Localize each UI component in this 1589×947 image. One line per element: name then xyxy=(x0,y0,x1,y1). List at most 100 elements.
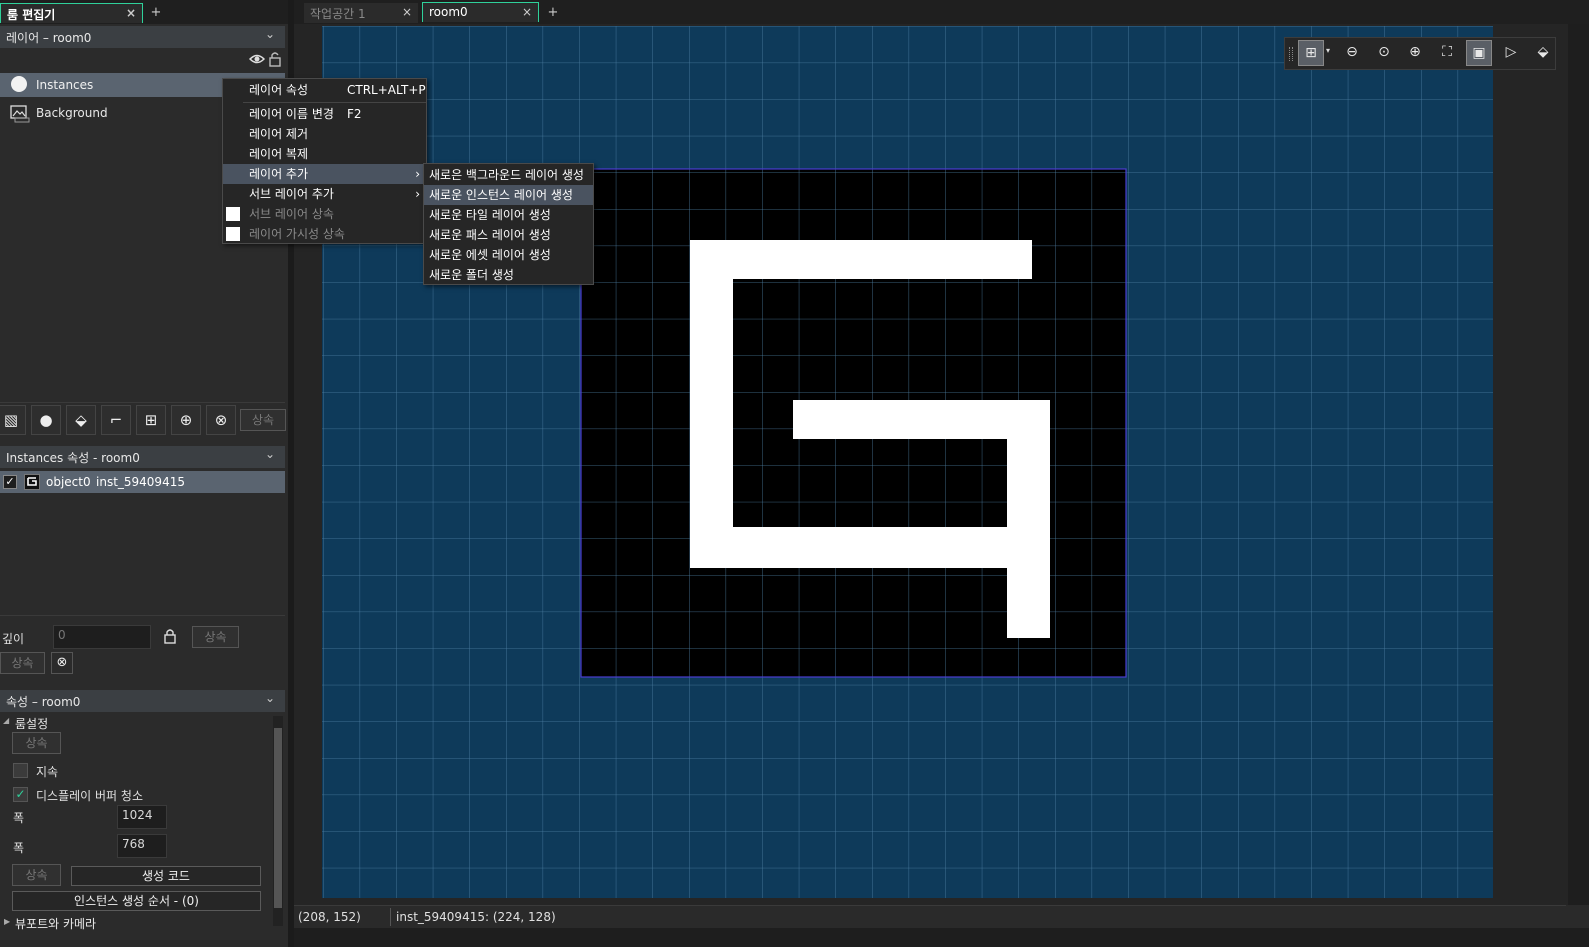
persistent-label: 지속 xyxy=(36,765,59,779)
layers-panel-title: 레이어 – room0 xyxy=(6,31,92,45)
add-path-layer-icon[interactable]: ⌐ xyxy=(101,405,131,435)
menu-item-label: 레이어 이름 변경 xyxy=(249,107,334,121)
tab-room0[interactable]: room0 × xyxy=(422,2,539,22)
layers-view-icon[interactable]: ⬙ xyxy=(1530,40,1556,66)
remove-override-icon[interactable]: ⊗ xyxy=(51,652,73,674)
object-sprite-icon xyxy=(24,474,40,490)
context-menu-item[interactable]: 서브 레이어 상속 xyxy=(223,204,426,224)
creation-inherit-button[interactable]: 상속 xyxy=(12,864,61,886)
instance-row[interactable]: ✓ object0 inst_59409415 xyxy=(0,471,285,493)
menu-item-label: 레이어 추가 xyxy=(249,167,309,181)
layer-toolbar: ▧ ● ⬙ ⌐ ⊞ ⊕ ⊗ xyxy=(0,405,240,437)
bottom-strip xyxy=(294,928,1589,947)
submenu-item[interactable]: 새로운 타일 레이어 생성 xyxy=(424,205,593,225)
tab-room0-label: room0 xyxy=(429,5,468,19)
context-menu-item[interactable]: 레이어 추가 › xyxy=(223,164,426,184)
divider xyxy=(0,615,285,616)
width-input[interactable]: 1024 xyxy=(117,805,167,829)
visibility-eye-icon[interactable] xyxy=(248,51,266,67)
scrollbar-thumb[interactable] xyxy=(274,728,282,908)
play-icon[interactable]: ▷ xyxy=(1498,40,1524,66)
fit-view-icon[interactable]: ⛶ xyxy=(1434,40,1460,66)
inherit-button[interactable]: 상속 xyxy=(240,409,286,431)
room-settings-section[interactable]: 룸설정 xyxy=(15,715,48,732)
collapse-arrow-icon[interactable]: ◢ xyxy=(3,716,9,725)
layers-panel-header[interactable]: 레이어 – room0 ⌄ xyxy=(0,26,285,48)
background-layer-icon xyxy=(10,105,30,123)
zoom-out-icon[interactable]: ⊖ xyxy=(1339,40,1365,66)
submenu-item[interactable]: 새로운 폴더 생성 xyxy=(424,265,593,285)
instance-visible-checkbox[interactable]: ✓ xyxy=(3,475,17,489)
width-label: 폭 xyxy=(13,811,25,825)
clear-display-checkbox[interactable]: ✓ xyxy=(13,787,28,802)
menu-checkbox[interactable] xyxy=(226,207,240,221)
menu-item-label: 레이어 제거 xyxy=(249,127,309,141)
add-asset-layer-icon[interactable]: ⬙ xyxy=(66,405,96,435)
add-background-layer-icon[interactable]: ▧ xyxy=(0,405,26,435)
room-inherit-button[interactable]: 상속 xyxy=(12,732,61,754)
submenu-item[interactable]: 새로운 에셋 레이어 생성 xyxy=(424,245,593,265)
room-canvas[interactable] xyxy=(322,26,1493,898)
depth-label: 깊이 xyxy=(2,632,25,646)
menu-item-label: 레이어 속성 xyxy=(249,83,309,97)
depth-input[interactable]: 0 xyxy=(53,625,151,649)
add-tile-layer-icon[interactable]: ⊞ xyxy=(136,405,166,435)
lock-icon[interactable] xyxy=(268,51,282,67)
grid-dropdown-icon[interactable]: ▾ xyxy=(1326,46,1330,55)
instance-inherit-button[interactable]: 상속 xyxy=(0,652,45,674)
instance-id: inst_59409415 xyxy=(96,475,185,489)
delete-layer-icon[interactable]: ⊗ xyxy=(206,405,236,435)
context-menu-item[interactable]: 레이어 가시성 상속 xyxy=(223,224,426,244)
zoom-in-icon[interactable]: ⊕ xyxy=(1402,40,1428,66)
add-instance-layer-icon[interactable]: ● xyxy=(31,405,61,435)
layer-context-menu: 레이어 속성 CTRL+ALT+P 레이어 이름 변경 F2 레이어 제거 레이어 복제 레… xyxy=(222,78,427,244)
add-layer-submenu: 새로은 백그라운드 레이어 생성 새로운 인스턴스 레이어 생성 새로운 타일 레이… xyxy=(423,163,594,285)
menu-item-label: 서브 레이어 추가 xyxy=(249,187,334,201)
submenu-item[interactable]: 새로은 백그라운드 레이어 생성 xyxy=(424,165,593,185)
status-bar: (208, 152) inst_59409415: (224, 128) xyxy=(294,905,1566,927)
add-folder-icon[interactable]: ⊕ xyxy=(171,405,201,435)
context-menu-item[interactable]: 서브 레이어 추가 › xyxy=(223,184,426,204)
room-properties-header[interactable]: 속성 – room0 ⌄ xyxy=(0,690,285,712)
persistent-checkbox[interactable] xyxy=(13,763,28,778)
chevron-down-icon: ⌄ xyxy=(264,27,275,41)
instances-panel-header[interactable]: Instances 속성 - room0 ⌄ xyxy=(0,446,285,468)
menu-checkbox[interactable] xyxy=(226,227,240,241)
add-tab-button[interactable]: + xyxy=(543,4,563,22)
room-properties-scrollbar[interactable] xyxy=(273,716,283,926)
tab-room-editor[interactable]: 룸 편집기 × xyxy=(0,3,143,23)
menu-item-label: 레이어 가시성 상속 xyxy=(249,227,345,241)
close-icon[interactable]: × xyxy=(522,5,532,19)
depth-inherit-button[interactable]: 상속 xyxy=(192,626,239,648)
instances-panel-title: Instances 속성 - room0 xyxy=(6,451,140,465)
menu-shortcut: F2 xyxy=(347,107,362,121)
room-bounds-icon[interactable]: ▣ xyxy=(1466,40,1492,66)
context-menu-item[interactable]: 레이어 이름 변경 F2 xyxy=(223,104,426,124)
zoom-reset-icon[interactable]: ⊙ xyxy=(1371,40,1397,66)
context-menu-item[interactable]: 레이어 제거 xyxy=(223,124,426,144)
viewport-section[interactable]: 뷰포트와 카메라 xyxy=(15,915,96,932)
canvas-vertical-scrollbar[interactable] xyxy=(1568,24,1589,905)
submenu-arrow-icon: › xyxy=(415,187,420,201)
add-tab-button[interactable]: + xyxy=(146,4,166,22)
lock-icon[interactable] xyxy=(163,628,177,644)
creation-code-button[interactable]: 생성 코드 xyxy=(71,866,261,886)
instance-info: inst_59409415: (224, 128) xyxy=(396,910,556,924)
close-icon[interactable]: × xyxy=(402,5,412,19)
height-input[interactable]: 768 xyxy=(117,834,167,858)
toolbar-grip[interactable] xyxy=(1289,47,1293,61)
submenu-item[interactable]: 새로운 패스 레이어 생성 xyxy=(424,225,593,245)
submenu-item[interactable]: 새로운 인스턴스 레이어 생성 xyxy=(424,185,593,205)
instance-order-button[interactable]: 인스턴스 생성 순서 - (0) xyxy=(12,891,261,911)
divider xyxy=(390,908,391,926)
close-icon[interactable]: × xyxy=(126,6,136,20)
clear-display-label: 디스플레이 버퍼 청소 xyxy=(36,789,143,803)
menu-item-label: 서브 레이어 상속 xyxy=(249,207,334,221)
room-grid xyxy=(322,26,1493,898)
grid-toggle-icon[interactable]: ⊞ xyxy=(1298,40,1324,66)
context-menu-item[interactable]: 레이어 속성 CTRL+ALT+P xyxy=(223,80,426,100)
expand-arrow-icon[interactable]: ▶ xyxy=(4,917,10,926)
instance-layer-icon xyxy=(11,76,27,92)
tab-workspace-1[interactable]: 작업공간 1 × xyxy=(304,3,418,23)
context-menu-item[interactable]: 레이어 복제 xyxy=(223,144,426,164)
